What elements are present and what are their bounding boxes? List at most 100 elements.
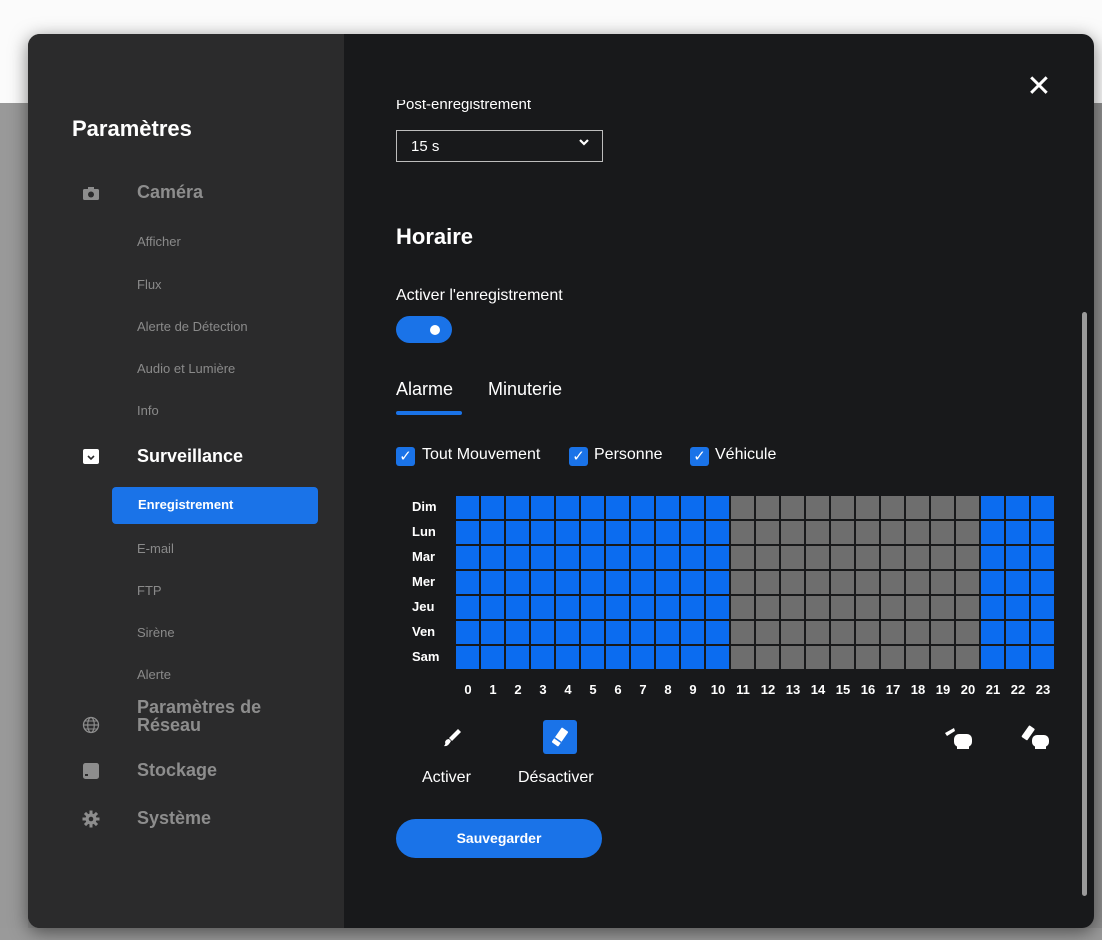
schedule-cell[interactable] (456, 521, 479, 544)
schedule-cell[interactable] (881, 571, 904, 594)
schedule-cell[interactable] (781, 571, 804, 594)
schedule-cell[interactable] (506, 571, 529, 594)
checkbox-personne[interactable]: ✓ (569, 447, 588, 466)
schedule-cell[interactable] (481, 496, 504, 519)
brush-icon[interactable] (436, 720, 470, 754)
schedule-cell[interactable] (581, 596, 604, 619)
schedule-cell[interactable] (481, 646, 504, 669)
sidebar-item-email[interactable]: E-mail (137, 541, 174, 556)
schedule-cell[interactable] (806, 621, 829, 644)
schedule-cell[interactable] (656, 571, 679, 594)
schedule-cell[interactable] (706, 571, 729, 594)
clear-all-icon[interactable] (1018, 724, 1054, 752)
schedule-cell[interactable] (806, 571, 829, 594)
sidebar-section-stockage[interactable]: Stockage (137, 760, 217, 781)
schedule-cell[interactable] (981, 496, 1004, 519)
schedule-cell[interactable] (856, 646, 879, 669)
schedule-cell[interactable] (731, 496, 754, 519)
schedule-cell[interactable] (756, 646, 779, 669)
schedule-cell[interactable] (756, 596, 779, 619)
schedule-cell[interactable] (581, 521, 604, 544)
schedule-cell[interactable] (481, 571, 504, 594)
schedule-cell[interactable] (706, 646, 729, 669)
schedule-cell[interactable] (706, 546, 729, 569)
schedule-cell[interactable] (506, 521, 529, 544)
schedule-cell[interactable] (481, 621, 504, 644)
schedule-cell[interactable] (881, 546, 904, 569)
schedule-cell[interactable] (531, 546, 554, 569)
enable-recording-toggle[interactable] (396, 316, 452, 343)
schedule-cell[interactable] (681, 521, 704, 544)
sidebar-item-enregistrement[interactable]: Enregistrement (112, 487, 318, 524)
schedule-cell[interactable] (606, 646, 629, 669)
schedule-cell[interactable] (531, 646, 554, 669)
schedule-cell[interactable] (656, 521, 679, 544)
schedule-cell[interactable] (581, 571, 604, 594)
schedule-cell[interactable] (981, 571, 1004, 594)
schedule-cell[interactable] (456, 621, 479, 644)
schedule-cell[interactable] (781, 546, 804, 569)
schedule-cell[interactable] (981, 546, 1004, 569)
schedule-cell[interactable] (856, 496, 879, 519)
schedule-cell[interactable] (981, 646, 1004, 669)
schedule-cell[interactable] (831, 571, 854, 594)
sidebar-item-afficher[interactable]: Afficher (137, 234, 181, 249)
schedule-cell[interactable] (556, 621, 579, 644)
schedule-cell[interactable] (1031, 521, 1054, 544)
schedule-cell[interactable] (831, 521, 854, 544)
schedule-cell[interactable] (856, 571, 879, 594)
schedule-cell[interactable] (656, 646, 679, 669)
schedule-cell[interactable] (506, 546, 529, 569)
schedule-cell[interactable] (781, 621, 804, 644)
schedule-cell[interactable] (1031, 621, 1054, 644)
schedule-cell[interactable] (906, 571, 929, 594)
schedule-cell[interactable] (781, 496, 804, 519)
scrollbar[interactable] (1082, 312, 1087, 896)
schedule-cell[interactable] (1031, 596, 1054, 619)
schedule-cell[interactable] (831, 646, 854, 669)
schedule-cell[interactable] (906, 596, 929, 619)
schedule-cell[interactable] (456, 646, 479, 669)
schedule-cell[interactable] (656, 546, 679, 569)
schedule-cell[interactable] (781, 646, 804, 669)
schedule-cell[interactable] (506, 621, 529, 644)
schedule-cell[interactable] (631, 496, 654, 519)
schedule-cell[interactable] (956, 521, 979, 544)
schedule-cell[interactable] (556, 571, 579, 594)
checkbox-vehicule[interactable]: ✓ (690, 447, 709, 466)
schedule-cell[interactable] (856, 546, 879, 569)
sidebar-item-alerte-detection[interactable]: Alerte de Détection (137, 319, 248, 334)
schedule-cell[interactable] (1006, 621, 1029, 644)
schedule-cell[interactable] (931, 621, 954, 644)
schedule-cell[interactable] (681, 496, 704, 519)
eraser-icon[interactable] (543, 720, 577, 754)
schedule-cell[interactable] (881, 596, 904, 619)
schedule-cell[interactable] (731, 646, 754, 669)
schedule-cell[interactable] (956, 621, 979, 644)
schedule-cell[interactable] (1006, 646, 1029, 669)
schedule-cell[interactable] (756, 546, 779, 569)
schedule-cell[interactable] (806, 496, 829, 519)
schedule-cell[interactable] (606, 596, 629, 619)
schedule-cell[interactable] (781, 521, 804, 544)
schedule-cell[interactable] (706, 621, 729, 644)
schedule-cell[interactable] (581, 646, 604, 669)
schedule-cell[interactable] (956, 571, 979, 594)
schedule-cell[interactable] (956, 546, 979, 569)
schedule-cell[interactable] (881, 646, 904, 669)
tab-minuterie[interactable]: Minuterie (488, 379, 562, 400)
schedule-cell[interactable] (931, 496, 954, 519)
schedule-cell[interactable] (1006, 596, 1029, 619)
schedule-cell[interactable] (681, 546, 704, 569)
schedule-cell[interactable] (681, 571, 704, 594)
schedule-cell[interactable] (1031, 646, 1054, 669)
schedule-cell[interactable] (531, 621, 554, 644)
sidebar-item-ftp[interactable]: FTP (137, 583, 162, 598)
schedule-cell[interactable] (931, 521, 954, 544)
schedule-cell[interactable] (1031, 571, 1054, 594)
schedule-cell[interactable] (931, 571, 954, 594)
sidebar-item-audio-lumiere[interactable]: Audio et Lumière (137, 361, 235, 376)
schedule-cell[interactable] (456, 596, 479, 619)
checkbox-tout-mouvement[interactable]: ✓ (396, 447, 415, 466)
schedule-cell[interactable] (981, 621, 1004, 644)
